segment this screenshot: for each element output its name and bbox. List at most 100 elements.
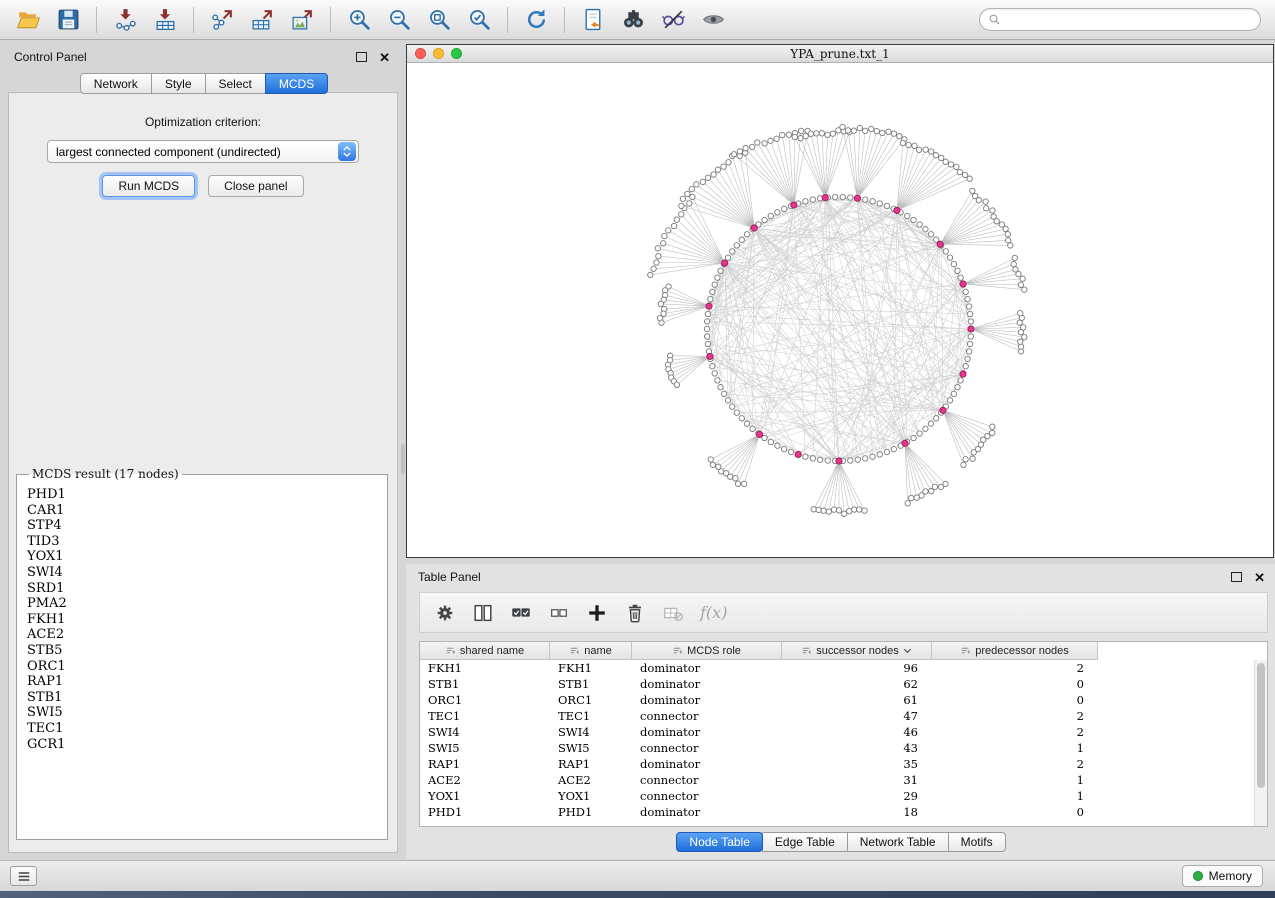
save-session-button[interactable] xyxy=(48,4,88,36)
table-row[interactable]: PHD1PHD1dominator180 xyxy=(420,804,1267,820)
panel-divider-handle[interactable] xyxy=(401,444,405,474)
cell-name[interactable]: FKH1 xyxy=(550,661,632,675)
cell-successor-nodes[interactable]: 43 xyxy=(782,741,932,755)
cell-shared-name[interactable]: SWI4 xyxy=(420,725,550,739)
run-mcds-button[interactable]: Run MCDS xyxy=(102,175,195,197)
graphics-details-button[interactable] xyxy=(653,4,693,36)
import-table-button[interactable] xyxy=(145,4,185,36)
cell-successor-nodes[interactable]: 18 xyxy=(782,805,932,819)
float-panel-icon[interactable] xyxy=(356,52,367,62)
table-row[interactable]: RAP1RAP1dominator352 xyxy=(420,756,1267,772)
table-row[interactable]: FKH1FKH1dominator962 xyxy=(420,660,1267,676)
cell-name[interactable]: SWI5 xyxy=(550,741,632,755)
cell-predecessor-nodes[interactable]: 0 xyxy=(932,805,1098,819)
cell-MCDS-role[interactable]: dominator xyxy=(632,757,782,771)
cell-MCDS-role[interactable]: connector xyxy=(632,773,782,787)
cell-shared-name[interactable]: TEC1 xyxy=(420,709,550,723)
export-image-button[interactable] xyxy=(282,4,322,36)
mcds-result-node[interactable]: FKH1 xyxy=(27,612,379,628)
cell-shared-name[interactable]: RAP1 xyxy=(420,757,550,771)
mcds-result-node[interactable]: ORC1 xyxy=(27,659,379,675)
cell-predecessor-nodes[interactable]: 1 xyxy=(932,741,1098,755)
mcds-result-node[interactable]: PHD1 xyxy=(27,487,379,503)
cell-name[interactable]: ORC1 xyxy=(550,693,632,707)
cell-MCDS-role[interactable]: dominator xyxy=(632,661,782,675)
show-hide-button[interactable] xyxy=(693,4,733,36)
table-settings-button[interactable] xyxy=(430,598,460,628)
window-close-button[interactable] xyxy=(415,48,426,59)
mcds-result-node[interactable]: YOX1 xyxy=(27,549,379,565)
cell-successor-nodes[interactable]: 96 xyxy=(782,661,932,675)
search-input[interactable] xyxy=(1006,13,1252,27)
mcds-result-node[interactable]: ACE2 xyxy=(27,627,379,643)
cell-MCDS-role[interactable]: dominator xyxy=(632,693,782,707)
cell-name[interactable]: SWI4 xyxy=(550,725,632,739)
status-menu-button[interactable] xyxy=(10,866,37,886)
cell-MCDS-role[interactable]: dominator xyxy=(632,725,782,739)
cell-predecessor-nodes[interactable]: 1 xyxy=(932,789,1098,803)
optimization-criterion-select[interactable]: largest connected component (undirected) xyxy=(47,140,359,163)
table-tab-network-table[interactable]: Network Table xyxy=(847,832,949,852)
cell-shared-name[interactable]: ACE2 xyxy=(420,773,550,787)
cell-predecessor-nodes[interactable]: 2 xyxy=(932,757,1098,771)
mcds-result-node[interactable]: TID3 xyxy=(27,534,379,550)
cell-predecessor-nodes[interactable]: 1 xyxy=(932,773,1098,787)
show-columns-button[interactable] xyxy=(468,598,498,628)
mcds-result-node[interactable]: SWI4 xyxy=(27,565,379,581)
cell-successor-nodes[interactable]: 31 xyxy=(782,773,932,787)
zoom-in-button[interactable] xyxy=(339,4,379,36)
table-row[interactable]: SWI5SWI5connector431 xyxy=(420,740,1267,756)
cell-successor-nodes[interactable]: 47 xyxy=(782,709,932,723)
mcds-result-node[interactable]: GCR1 xyxy=(27,737,379,753)
cell-successor-nodes[interactable]: 61 xyxy=(782,693,932,707)
delete-column-button[interactable] xyxy=(620,598,650,628)
mcds-result-node[interactable]: STB1 xyxy=(27,690,379,706)
cell-shared-name[interactable]: SWI5 xyxy=(420,741,550,755)
apply-layout-button[interactable] xyxy=(516,4,556,36)
table-row[interactable]: TEC1TEC1connector472 xyxy=(420,708,1267,724)
control-tab-network[interactable]: Network xyxy=(80,73,152,94)
import-network-button[interactable] xyxy=(105,4,145,36)
table-scrollbar-thumb[interactable] xyxy=(1257,663,1265,788)
mcds-result-node[interactable]: STB5 xyxy=(27,643,379,659)
table-scrollbar[interactable] xyxy=(1254,660,1267,826)
cell-shared-name[interactable]: PHD1 xyxy=(420,805,550,819)
column-header-name[interactable]: name xyxy=(550,642,632,660)
cell-name[interactable]: STB1 xyxy=(550,677,632,691)
cell-successor-nodes[interactable]: 35 xyxy=(782,757,932,771)
cell-shared-name[interactable]: ORC1 xyxy=(420,693,550,707)
cell-successor-nodes[interactable]: 62 xyxy=(782,677,932,691)
zoom-selected-button[interactable] xyxy=(459,4,499,36)
cell-predecessor-nodes[interactable]: 2 xyxy=(932,725,1098,739)
cell-successor-nodes[interactable]: 46 xyxy=(782,725,932,739)
control-tab-mcds[interactable]: MCDS xyxy=(265,73,328,94)
control-tab-style[interactable]: Style xyxy=(151,73,206,94)
network-window-titlebar[interactable]: YPA_prune.txt_1 xyxy=(407,45,1273,63)
zoom-fit-button[interactable] xyxy=(419,4,459,36)
memory-button[interactable]: Memory xyxy=(1182,865,1263,887)
cell-MCDS-role[interactable]: dominator xyxy=(632,677,782,691)
cell-name[interactable]: YOX1 xyxy=(550,789,632,803)
table-row[interactable]: STB1STB1dominator620 xyxy=(420,676,1267,692)
table-tab-node-table[interactable]: Node Table xyxy=(676,832,763,852)
cell-name[interactable]: PHD1 xyxy=(550,805,632,819)
control-tab-select[interactable]: Select xyxy=(205,73,266,94)
column-header-shared-name[interactable]: shared name xyxy=(420,642,550,660)
mcds-result-node[interactable]: STP4 xyxy=(27,518,379,534)
cell-MCDS-role[interactable]: connector xyxy=(632,789,782,803)
table-row[interactable]: ACE2ACE2connector311 xyxy=(420,772,1267,788)
cell-predecessor-nodes[interactable]: 2 xyxy=(932,709,1098,723)
cell-successor-nodes[interactable]: 29 xyxy=(782,789,932,803)
cell-predecessor-nodes[interactable]: 2 xyxy=(932,661,1098,675)
window-maximize-button[interactable] xyxy=(451,48,462,59)
cell-name[interactable]: RAP1 xyxy=(550,757,632,771)
table-row[interactable]: SWI4SWI4dominator462 xyxy=(420,724,1267,740)
column-header-predecessor-nodes[interactable]: predecessor nodes xyxy=(932,642,1098,660)
mcds-result-node[interactable]: SWI5 xyxy=(27,705,379,721)
cell-predecessor-nodes[interactable]: 0 xyxy=(932,693,1098,707)
mcds-result-node[interactable]: TEC1 xyxy=(27,721,379,737)
cell-shared-name[interactable]: STB1 xyxy=(420,677,550,691)
close-panel-button[interactable]: Close panel xyxy=(208,175,303,197)
close-table-panel-icon[interactable]: ✕ xyxy=(1254,571,1265,584)
cell-name[interactable]: ACE2 xyxy=(550,773,632,787)
